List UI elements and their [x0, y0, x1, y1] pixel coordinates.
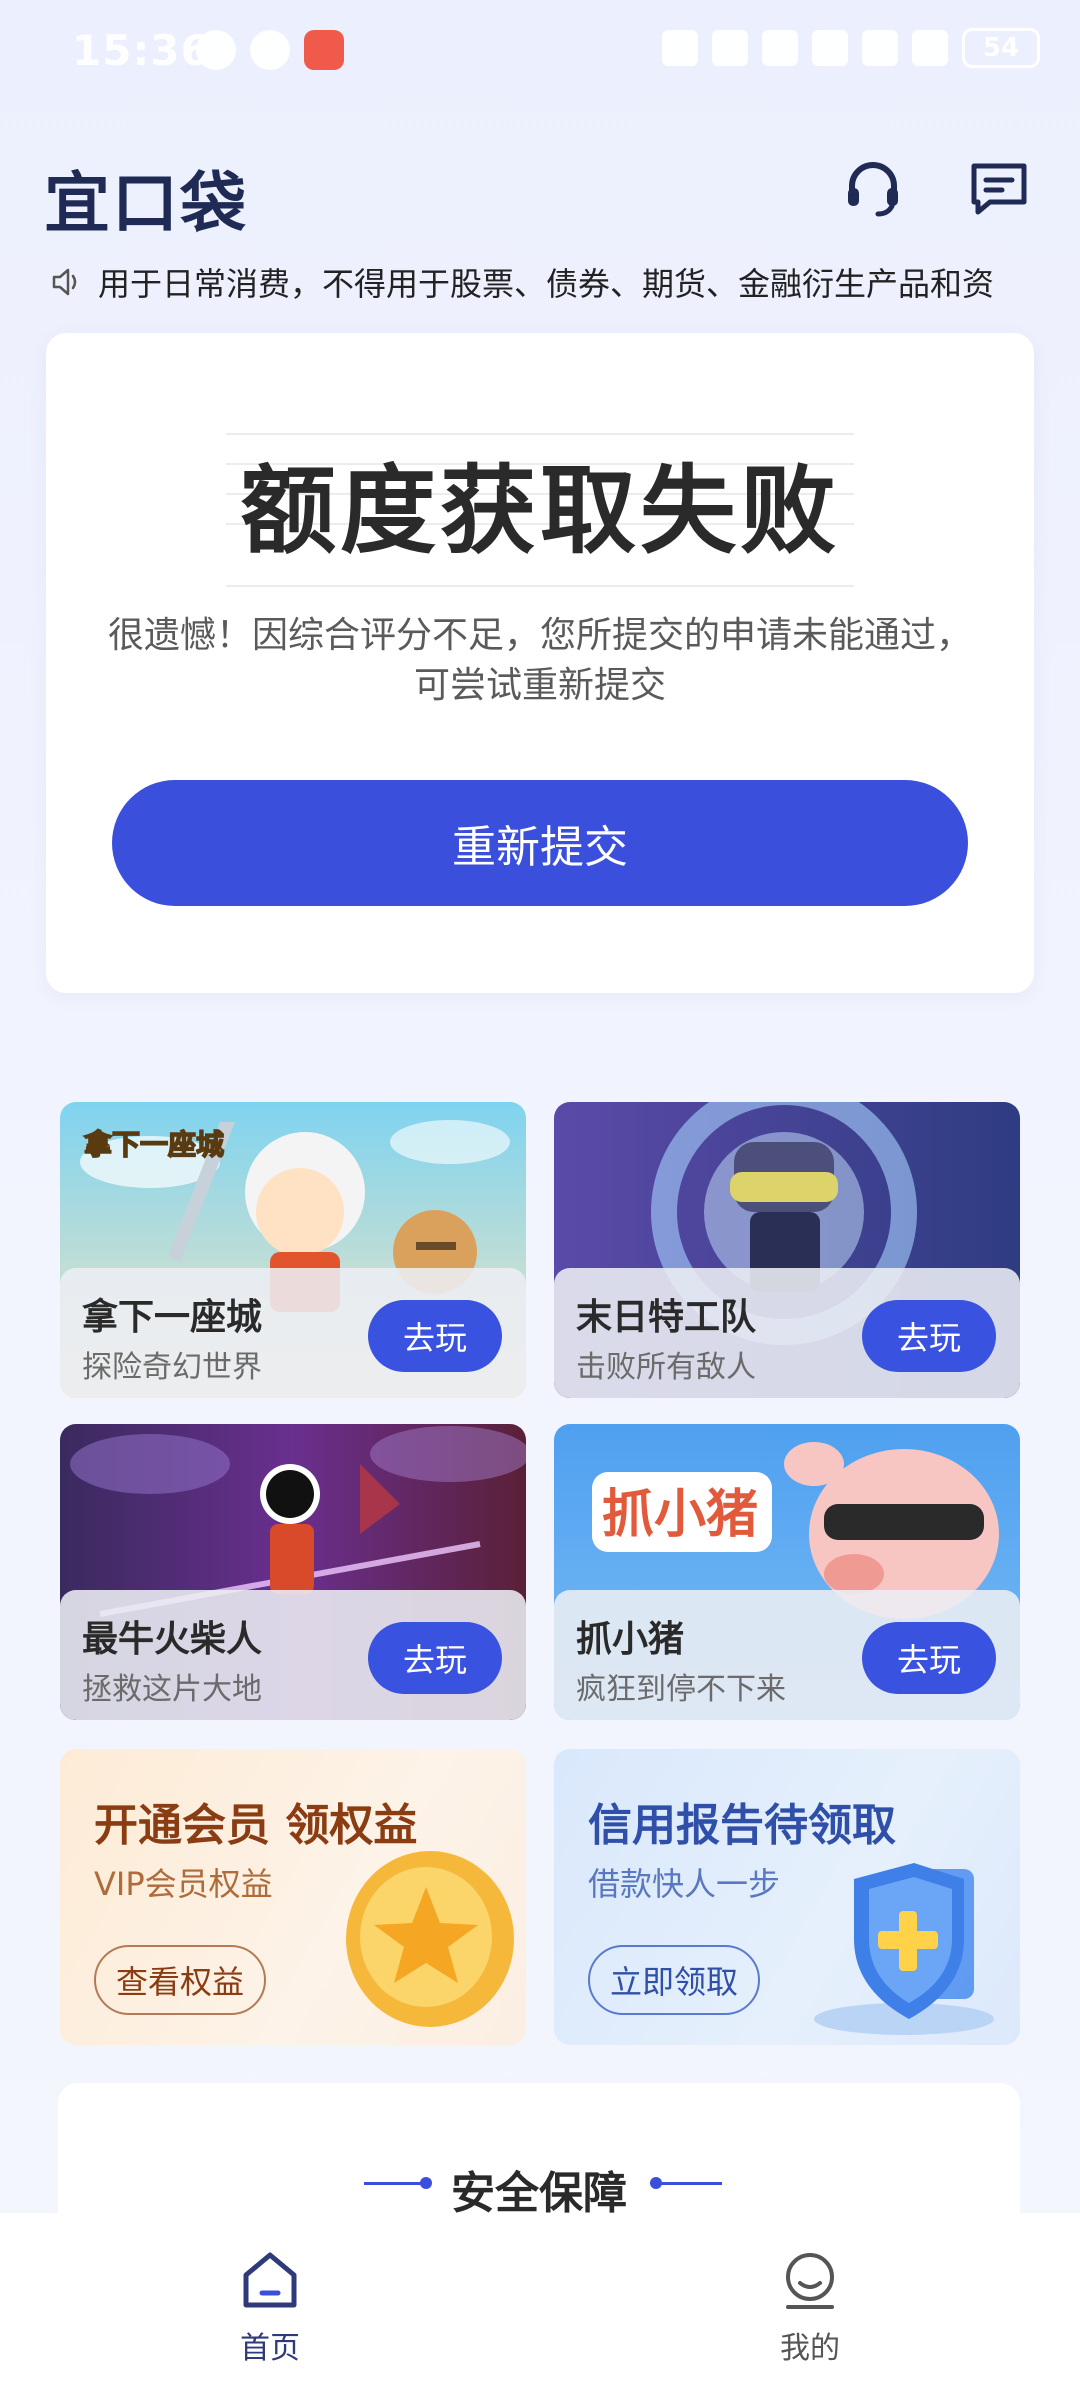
home-icon — [243, 2252, 297, 2308]
status-bar: 15:36 54 — [0, 0, 1080, 100]
claim-now-button[interactable]: 立即领取 — [588, 1945, 761, 2015]
game-art-logo: 拿下一座城 — [84, 1128, 224, 1161]
game-name: 抓小猪 — [576, 1619, 685, 1660]
promo-title: 信用报告待领取 — [588, 1800, 896, 1851]
game-info: 末日特工队 击败所有敌人 去玩 — [554, 1268, 1020, 1398]
mute-icon — [762, 30, 798, 66]
signal-icon — [862, 30, 898, 66]
credit-report-promo-card[interactable]: 信用报告待领取 借款快人一步 立即领取 — [554, 1749, 1020, 2045]
game-art-logo: 抓小猪 — [602, 1485, 758, 1545]
signal-icon — [912, 30, 948, 66]
play-button[interactable]: 去玩 — [368, 1300, 502, 1372]
security-section: 安全保障 — [58, 2083, 1020, 2223]
game-name: 末日特工队 — [576, 1297, 757, 1338]
game-name: 最牛火柴人 — [82, 1619, 263, 1660]
divider — [660, 2182, 722, 2185]
bottom-navigation: 首页 我的 — [0, 2213, 1080, 2400]
nfc-icon — [662, 30, 698, 66]
notice-text: 用于日常消费，不得用于股票、债券、期货、金融衍生产品和资 — [98, 265, 995, 303]
status-notification-icons — [196, 30, 344, 70]
app-logo: 宜口袋 — [44, 165, 248, 242]
promo-subtitle: 借款快人一步 — [588, 1865, 781, 1903]
message-bubble-icon — [250, 30, 290, 70]
speaker-icon — [52, 268, 77, 296]
resubmit-button[interactable]: 重新提交 — [112, 780, 968, 906]
status-system-icons: 54 — [662, 28, 1040, 68]
game-subtitle: 探险奇幻世界 — [82, 1350, 262, 1385]
game-info: 拿下一座城 探险奇幻世界 去玩 — [60, 1268, 526, 1398]
nav-label: 首页 — [240, 2331, 300, 2366]
game-name: 拿下一座城 — [82, 1297, 263, 1338]
nav-label: 我的 — [780, 2331, 840, 2366]
game-subtitle: 击败所有敌人 — [576, 1350, 756, 1385]
status-time: 15:36 — [72, 26, 211, 75]
game-subtitle: 疯狂到停不下来 — [576, 1672, 786, 1707]
promo-subtitle: VIP会员权益 — [94, 1865, 273, 1903]
game-info: 抓小猪 疯狂到停不下来 去玩 — [554, 1590, 1020, 1720]
nav-item-home[interactable]: 首页 — [200, 2249, 340, 2367]
game-info: 最牛火柴人 拯救这片大地 去玩 — [60, 1590, 526, 1720]
result-description: 很遗憾！因综合评分不足，您所提交的申请未能通过，可尝试重新提交 — [107, 615, 972, 706]
title-divider — [226, 585, 854, 587]
app-notification-icon — [304, 30, 344, 70]
message-icon[interactable] — [968, 158, 1030, 220]
wifi-icon — [812, 30, 848, 66]
game-card[interactable]: 抓小猪 抓小猪 疯狂到停不下来 去玩 — [554, 1424, 1020, 1720]
profile-icon — [786, 2253, 834, 2309]
battery-indicator: 54 — [962, 28, 1040, 68]
gold-coin-icon — [346, 1851, 514, 2027]
result-card: 额度获取失败 很遗憾！因综合评分不足，您所提交的申请未能通过，可尝试重新提交 重… — [46, 333, 1034, 993]
game-card[interactable]: 末日特工队 击败所有敌人 去玩 — [554, 1102, 1020, 1398]
nav-item-mine[interactable]: 我的 — [740, 2249, 880, 2367]
customer-service-icon[interactable] — [842, 158, 904, 220]
game-subtitle: 拯救这片大地 — [82, 1672, 262, 1707]
play-button[interactable]: 去玩 — [862, 1622, 996, 1694]
view-benefits-button[interactable]: 查看权益 — [94, 1945, 267, 2015]
bluetooth-icon — [712, 30, 748, 66]
result-title: 额度获取失败 — [240, 455, 840, 567]
game-card[interactable]: 最牛火柴人 拯救这片大地 去玩 — [60, 1424, 526, 1720]
play-button[interactable]: 去玩 — [368, 1622, 502, 1694]
shield-icon — [814, 1863, 994, 2035]
play-button[interactable]: 去玩 — [862, 1300, 996, 1372]
game-card[interactable]: 拿下一座城 拿下一座城 探险奇幻世界 去玩 — [60, 1102, 526, 1398]
wechat-icon — [196, 30, 236, 70]
promo-title: 开通会员 领权益 — [94, 1800, 418, 1851]
notice-marquee: 用于日常消费，不得用于股票、债券、期货、金融衍生产品和资 — [50, 260, 1030, 304]
vip-promo-card[interactable]: 开通会员 领权益 VIP会员权益 查看权益 — [60, 1749, 526, 2045]
security-title: 安全保障 — [451, 2168, 627, 2219]
